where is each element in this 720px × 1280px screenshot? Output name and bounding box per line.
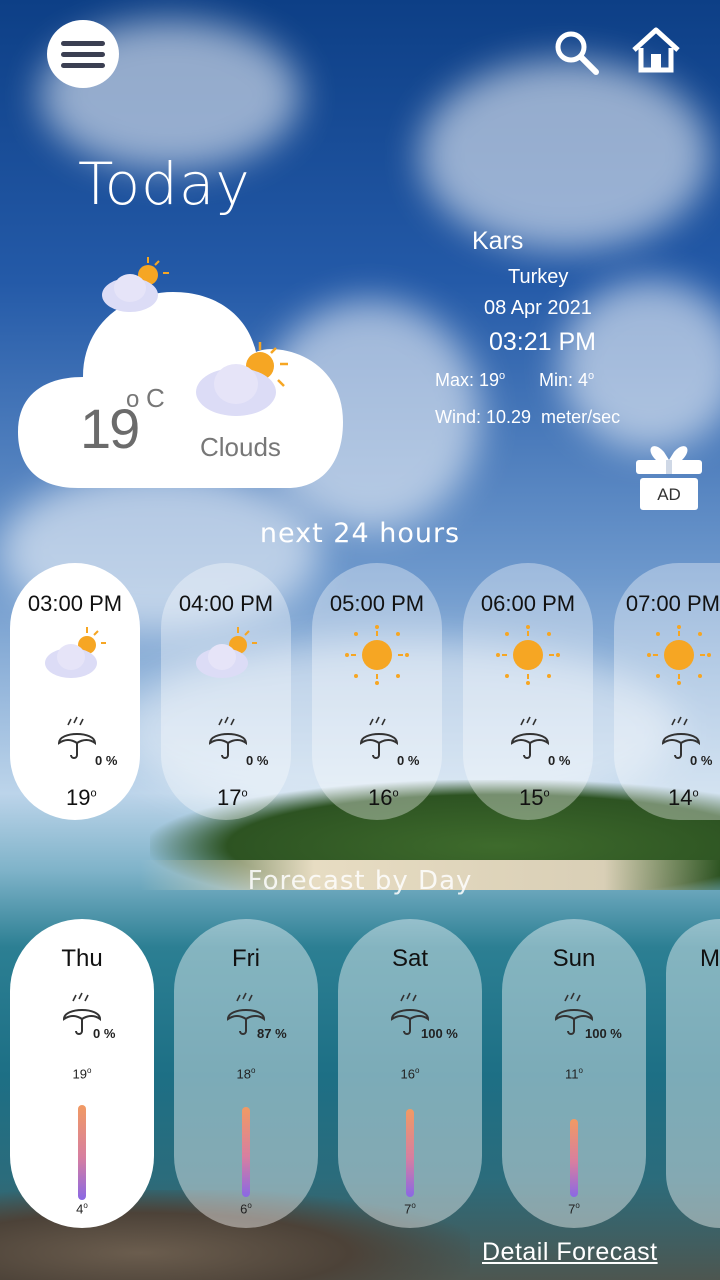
wind-text: Wind: 10.29 meter/sec [435,407,621,427]
detail-forecast-link[interactable]: Detail Forecast [482,1238,658,1267]
hour-temp: 16o [368,785,399,810]
day-name: Sat [391,945,429,972]
home-button[interactable] [630,26,682,74]
sun-icon [647,625,711,685]
day-name: Sun [552,945,596,972]
day-low-temp: 7o [568,1201,580,1217]
degree-symbol: o [126,386,140,413]
current-weather-card [18,292,343,488]
search-icon [555,31,599,75]
hour-time: 05:00 PM [329,591,425,616]
daily-card[interactable]: Thu 0 % 19o 4o [10,919,154,1228]
page-title: Today [78,150,251,218]
daily-card[interactable]: Fri 87 % 18o 6o [174,919,318,1228]
hour-time: 06:00 PM [480,591,576,616]
temp-range-bar [242,1107,250,1197]
day-name: Thu [61,945,103,972]
condition-text: Clouds [200,432,281,462]
cloud-sun-icon [102,257,169,312]
rain-chance: 0 % [397,753,420,768]
hour-temp: 14o [668,785,699,810]
day-high-temp: 11o [565,1066,583,1082]
cloud-sun-icon [196,342,288,416]
hour-time: 07:00 PM [625,591,720,616]
daily-section-title: Forecast by Day [247,866,473,896]
sun-icon [496,625,560,685]
rain-chance: 0 % [690,753,713,768]
day-low-temp: 4o [76,1201,88,1217]
ad-label: AD [657,485,681,504]
sky-cloud [420,60,710,250]
rain-chance: 0 % [548,753,571,768]
day-high-temp: 18o [236,1066,256,1082]
hour-temp: 15o [519,785,550,810]
hour-temp: 17o [217,785,248,810]
date-text: 08 Apr 2021 [484,297,592,319]
rain-chance: 87 % [257,1026,287,1041]
day-name: Fri [232,945,260,972]
hourly-card[interactable]: 06:00 PM 0 % 15o [463,563,593,820]
daily-card[interactable]: Sun 100 % 11o 7o [502,919,646,1228]
sun-icon [345,625,409,685]
rain-chance: 0 % [95,753,118,768]
daily-card[interactable]: Sat 100 % 16o 7o [338,919,482,1228]
hamburger-menu-icon [61,40,105,46]
country-name: Turkey [508,266,569,288]
temp-range-bar [570,1119,578,1197]
celsius-unit: C [146,383,165,413]
min-temp: Min: 4o [539,370,595,390]
city-name: Kars [472,227,524,255]
hourly-card[interactable]: 07:00 PM 0 % 14o [614,563,720,820]
hour-time: 03:00 PM [27,591,123,616]
cloud-sun-icon [45,627,106,678]
max-temp: Max: 19o [435,370,506,390]
time-text: 03:21 PM [489,328,597,356]
daily-card[interactable]: M [666,919,720,1228]
day-low-temp: 6o [240,1201,252,1217]
hourly-section-title: next 24 hours [259,518,461,549]
hourly-card[interactable]: 04:00 PM 0 % 17o [161,563,291,820]
hour-time: 04:00 PM [178,591,274,616]
search-button[interactable] [552,28,600,76]
day-low-temp: 7o [404,1201,416,1217]
hour-temp: 19o [66,785,97,810]
temp-range-bar [78,1105,86,1200]
ad-button[interactable]: AD [634,440,704,512]
menu-button[interactable] [47,20,119,88]
rain-chance: 0 % [246,753,269,768]
rain-chance: 100 % [421,1026,458,1041]
day-name: M [700,945,720,972]
hourly-card[interactable]: 03:00 PM 0 % 19o [10,563,140,820]
home-icon [632,27,680,73]
temp-range-bar [406,1109,414,1197]
rain-chance: 100 % [585,1026,622,1041]
hourly-card[interactable]: 05:00 PM 0 % 16o [312,563,442,820]
day-high-temp: 19o [72,1066,92,1082]
cloud-sun-icon [196,627,257,678]
rain-chance: 0 % [93,1026,116,1041]
day-high-temp: 16o [400,1066,420,1082]
